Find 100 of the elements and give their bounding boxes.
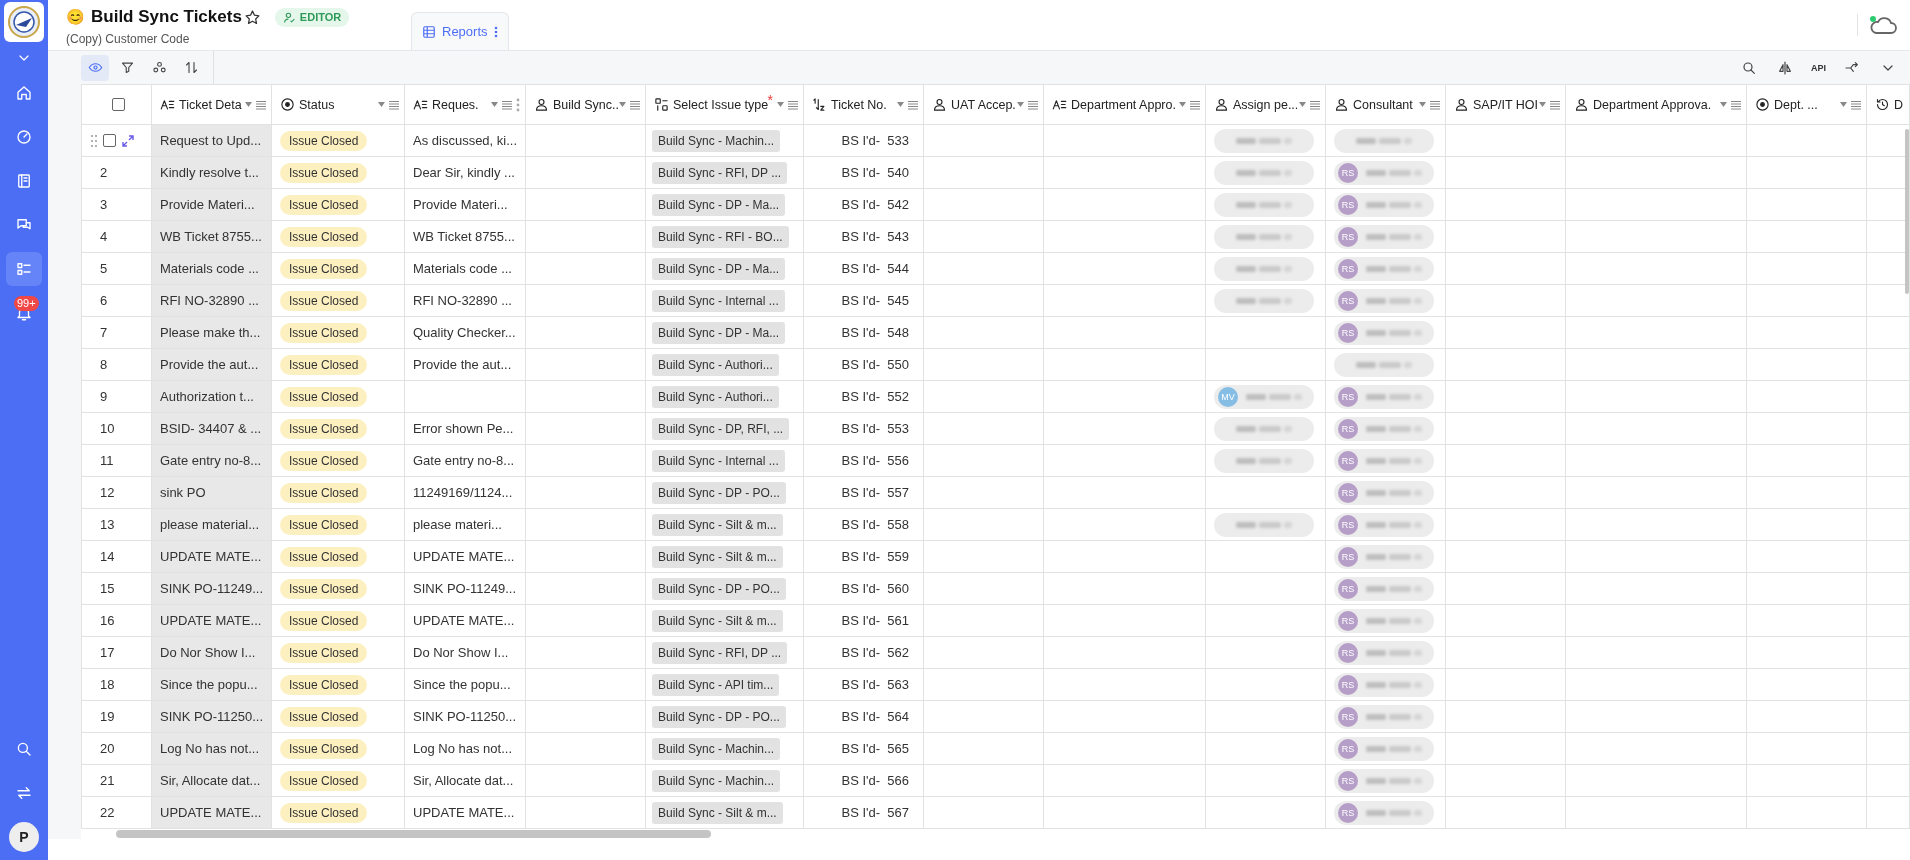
menu-lines-icon[interactable] xyxy=(1851,99,1861,110)
issue-type-tag: Build Sync - DP, RFI, ... xyxy=(652,417,790,440)
menu-lines-icon[interactable] xyxy=(788,99,798,110)
column-header[interactable]: SAP/IT HOI xyxy=(1446,84,1566,125)
person-chip[interactable]: RS xyxy=(1334,608,1434,633)
person-chip[interactable]: RS xyxy=(1334,640,1434,665)
person-chip[interactable]: RS xyxy=(1334,192,1434,217)
menu-lines-icon[interactable] xyxy=(1430,99,1440,110)
column-header[interactable]: Assign pe... xyxy=(1206,84,1326,125)
column-header[interactable]: UAT Accep. xyxy=(924,84,1044,125)
kebab-icon[interactable] xyxy=(516,97,520,112)
table-cell: SINK PO-11250... xyxy=(405,701,526,733)
caret-icon[interactable] xyxy=(897,102,904,107)
person-chip[interactable]: MV xyxy=(1214,384,1314,409)
person-chip[interactable]: RS xyxy=(1334,768,1434,793)
caret-icon[interactable] xyxy=(491,102,498,107)
status-pill: Issue Closed xyxy=(280,674,368,695)
caret-icon[interactable] xyxy=(1720,102,1727,107)
person-chip[interactable]: RS xyxy=(1334,576,1434,601)
menu-lines-icon[interactable] xyxy=(1550,99,1560,110)
person-chip[interactable]: RS xyxy=(1334,288,1434,313)
menu-lines-icon[interactable] xyxy=(502,99,512,110)
menu-lines-icon[interactable] xyxy=(630,99,640,110)
caret-icon[interactable] xyxy=(777,102,784,107)
caret-icon[interactable] xyxy=(1017,102,1024,107)
menu-lines-icon[interactable] xyxy=(1310,99,1320,110)
drag-handle-icon[interactable] xyxy=(90,133,98,148)
table-cell: BS I'd- 560 xyxy=(804,573,924,605)
table-cell: BS I'd- 561 xyxy=(804,605,924,637)
person-chip[interactable]: RS xyxy=(1334,736,1434,761)
sidebar-item[interactable]: 99+ xyxy=(6,296,42,330)
menu-lines-icon[interactable] xyxy=(256,99,266,110)
person-chip[interactable]: RS xyxy=(1334,384,1434,409)
avatar: RS xyxy=(1338,162,1358,183)
table-cell: Gate entry no-8... xyxy=(152,445,272,477)
column-header[interactable]: Consultant xyxy=(1326,84,1446,125)
api-button[interactable]: API xyxy=(1807,58,1830,77)
avatar: RS xyxy=(1338,546,1358,567)
caret-icon[interactable] xyxy=(378,102,385,107)
column-header[interactable]: Dept. ... xyxy=(1747,84,1867,125)
person-chip[interactable]: RS xyxy=(1334,320,1434,345)
menu-lines-icon[interactable] xyxy=(1190,99,1200,110)
menu-lines-icon[interactable] xyxy=(1028,99,1038,110)
menu-lines-icon[interactable] xyxy=(908,99,918,110)
table-cell: Sir, Allocate dat... xyxy=(152,765,272,797)
person-chip[interactable]: RS xyxy=(1334,448,1434,473)
caret-icon[interactable] xyxy=(619,102,626,107)
person-chip[interactable]: RS xyxy=(1334,800,1434,825)
history-icon xyxy=(1875,97,1890,112)
avatar: RS xyxy=(1338,514,1358,535)
table-cell: Materials code ... xyxy=(405,253,526,285)
caret-icon[interactable] xyxy=(1539,102,1546,107)
required-marker: * xyxy=(767,91,773,108)
person-icon xyxy=(1214,97,1229,112)
person-chip[interactable]: RS xyxy=(1334,416,1434,441)
caret-icon[interactable] xyxy=(1299,102,1306,107)
table-cell: As discussed, ki... xyxy=(405,125,526,157)
issue-type-tag: Build Sync - DP - Ma... xyxy=(652,321,786,344)
avatar: RS xyxy=(1338,290,1358,311)
status-type-icon xyxy=(1755,97,1770,112)
view-tab[interactable]: Reports xyxy=(411,12,509,50)
menu-lines-icon[interactable] xyxy=(389,99,399,110)
kebab-icon[interactable] xyxy=(493,25,498,38)
caret-icon[interactable] xyxy=(1419,102,1426,107)
person-chip[interactable]: RS xyxy=(1334,160,1434,185)
person-chip[interactable]: RS xyxy=(1334,512,1434,537)
person-chip[interactable]: RS xyxy=(1334,256,1434,281)
status-pill: Issue Closed xyxy=(280,386,368,407)
column-header[interactable]: Department Appro. xyxy=(1044,84,1206,125)
status-pill: Issue Closed xyxy=(280,610,368,631)
star-icon[interactable] xyxy=(243,8,261,26)
user-avatar[interactable]: P xyxy=(9,822,39,852)
column-header[interactable]: Status xyxy=(272,84,405,125)
column-header[interactable]: Build Sync.. xyxy=(526,84,646,125)
table-cell: BS I'd- 543 xyxy=(804,221,924,253)
column-header[interactable]: Ticket Deta xyxy=(152,84,272,125)
person-chip[interactable]: RS xyxy=(1334,544,1434,569)
table-cell: BS I'd- 544 xyxy=(804,253,924,285)
person-icon xyxy=(932,97,947,112)
caret-icon[interactable] xyxy=(245,102,252,107)
avatar: RS xyxy=(1338,738,1358,759)
expand-icon[interactable] xyxy=(121,133,135,148)
issue-type-tag: Build Sync - RFI, DP ... xyxy=(652,641,788,664)
person-chip[interactable]: RS xyxy=(1334,224,1434,249)
column-header[interactable]: D xyxy=(1867,84,1910,125)
person-chip[interactable]: RS xyxy=(1334,480,1434,505)
column-header[interactable]: Reques. xyxy=(405,84,526,125)
person-chip[interactable]: RS xyxy=(1334,704,1434,729)
column-header[interactable]: Department Approva. xyxy=(1566,84,1747,125)
horizontal-scrollbar[interactable] xyxy=(116,830,711,838)
person-chip[interactable]: RS xyxy=(1334,672,1434,697)
checkbox[interactable] xyxy=(103,134,116,147)
caret-icon[interactable] xyxy=(1840,102,1847,107)
menu-lines-icon[interactable] xyxy=(1731,99,1741,110)
caret-icon[interactable] xyxy=(1179,102,1186,107)
sidebar-item[interactable] xyxy=(6,252,42,286)
checkbox[interactable] xyxy=(111,98,125,111)
cloud-icon[interactable] xyxy=(1868,14,1898,36)
column-header[interactable]: Ticket No. xyxy=(804,84,924,125)
logo-icon[interactable] xyxy=(4,2,44,42)
